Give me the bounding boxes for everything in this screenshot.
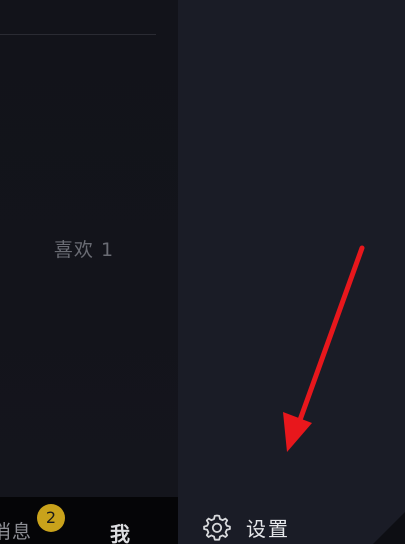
profile-page-dimmed[interactable]: 喜欢 1 (0, 0, 178, 497)
settings-label: 设置 (246, 516, 290, 541)
settings-button[interactable]: 设置 (202, 510, 290, 544)
nav-item-messages[interactable]: 消息 (0, 517, 32, 544)
drawer-corner (373, 512, 405, 544)
likes-tab[interactable]: 喜欢 1 (0, 235, 168, 262)
app-screen: 喜欢 1 消息 2 我 设置 (0, 0, 405, 544)
side-drawer: 设置 (178, 0, 405, 544)
messages-badge: 2 (37, 504, 65, 532)
gear-icon (202, 512, 232, 542)
nav-item-me[interactable]: 我 (110, 518, 130, 544)
divider (0, 34, 156, 35)
